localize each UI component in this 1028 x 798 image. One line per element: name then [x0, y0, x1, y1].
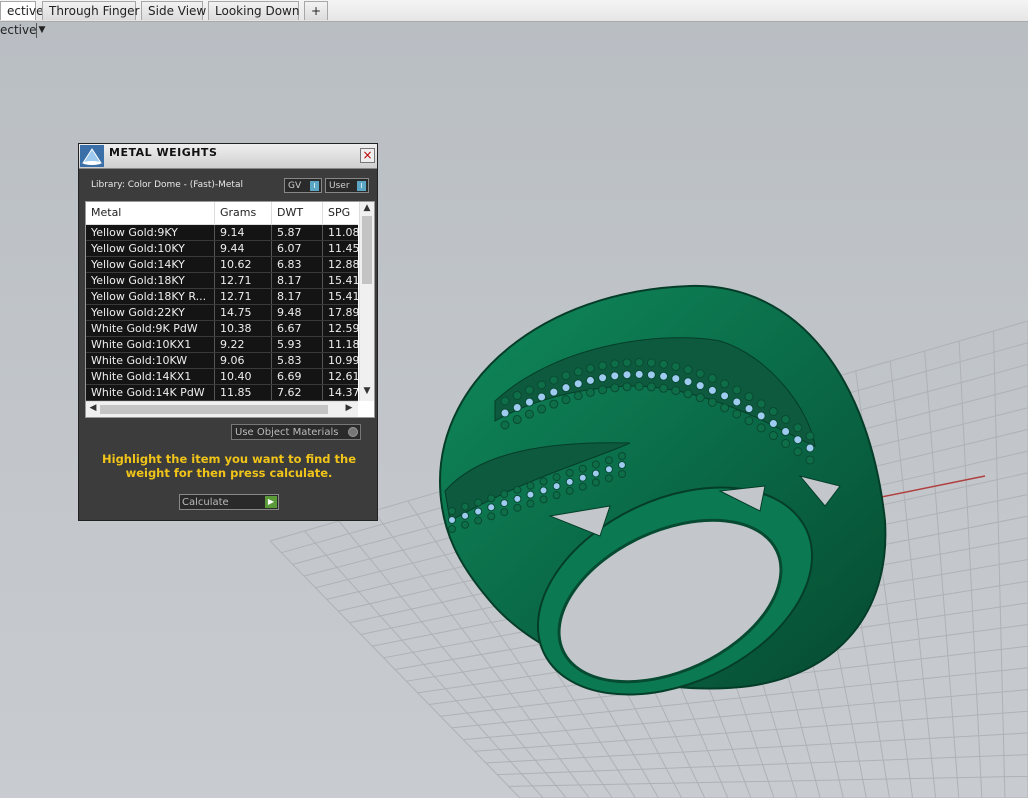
table-row[interactable]: White Gold:14K PdW 11.85 7.62 14.37 — [86, 385, 358, 401]
table-cell: 10.99 — [323, 353, 358, 368]
table-cell: 14.75 — [215, 305, 272, 320]
vertical-scrollbar[interactable]: ▲ ▼ — [359, 202, 374, 401]
table-row[interactable]: White Gold:14KX1 10.40 6.69 12.61 — [86, 369, 358, 385]
table-row[interactable]: Yellow Gold:22KY 14.75 9.48 17.89 — [86, 305, 358, 321]
table-cell: 7.62 — [272, 385, 323, 400]
table-cell: 14.37 — [323, 385, 358, 400]
calculate-button[interactable]: Calculate ▶ — [179, 494, 279, 510]
dome-logo-icon — [80, 145, 104, 167]
table-cell: 15.41 — [323, 289, 358, 304]
scroll-up-icon: ▲ — [363, 203, 371, 213]
table-cell: 11.45 — [323, 241, 358, 256]
table-row[interactable]: White Gold:10KX1 9.22 5.93 11.18 — [86, 337, 358, 353]
user-toggle[interactable]: User I — [325, 178, 369, 193]
dialog-title: METAL WEIGHTS — [109, 146, 218, 159]
scroll-left-icon: ◀ — [89, 403, 97, 413]
table-cell: 12.71 — [215, 289, 272, 304]
tab-side-view[interactable]: Side View — [141, 1, 206, 20]
metal-weights-dialog: METAL WEIGHTS × Library: Color Dome - (F… — [78, 143, 378, 521]
table-cell: White Gold:10KW — [86, 353, 215, 368]
table-cell: 8.17 — [272, 289, 323, 304]
table-cell: 12.71 — [215, 273, 272, 288]
play-icon: ▶ — [265, 496, 277, 508]
table-cell: 15.41 — [323, 273, 358, 288]
viewport-name: ective — [0, 23, 37, 37]
table-cell: 11.18 — [323, 337, 358, 352]
table-cell: Yellow Gold:9KY — [86, 225, 215, 240]
table-cell: Yellow Gold:14KY — [86, 257, 215, 272]
column-header-dwt[interactable]: DWT — [272, 202, 323, 224]
table-cell: 11.08 — [323, 225, 358, 240]
table-cell: 6.69 — [272, 369, 323, 384]
metal-table[interactable]: Metal Grams DWT SPG Yellow Gold:9KY 9.14 5… — [85, 201, 375, 418]
table-cell: Yellow Gold:22KY — [86, 305, 215, 320]
dialog-titlebar[interactable]: METAL WEIGHTS × — [79, 144, 377, 169]
table-cell: Yellow Gold:18KY — [86, 273, 215, 288]
table-cell: White Gold:10KX1 — [86, 337, 215, 352]
close-icon[interactable]: × — [360, 148, 375, 163]
table-cell: 5.93 — [272, 337, 323, 352]
table-cell: 11.85 — [215, 385, 272, 400]
tab-through-finger[interactable]: Through Finger — [42, 1, 140, 20]
table-cell: 10.62 — [215, 257, 272, 272]
scroll-right-icon: ▶ — [345, 403, 353, 413]
radio-icon[interactable] — [348, 427, 358, 437]
table-row[interactable]: Yellow Gold:14KY 10.62 6.83 12.88 — [86, 257, 358, 273]
toggle-icon: I — [357, 181, 366, 191]
scroll-thumb[interactable] — [362, 216, 372, 284]
table-cell: 10.40 — [215, 369, 272, 384]
scroll-thumb[interactable] — [100, 405, 328, 414]
table-cell: 12.61 — [323, 369, 358, 384]
table-cell: 10.38 — [215, 321, 272, 336]
viewport-tab-bar: ective Through Finger Side View Looking … — [0, 0, 1028, 22]
tab-perspective[interactable]: ective — [0, 1, 44, 20]
horizontal-scrollbar[interactable]: ◀ ▶ — [86, 401, 358, 417]
table-cell: 6.83 — [272, 257, 323, 272]
toggle-icon: I — [310, 181, 319, 191]
table-cell: Yellow Gold:18KY R... — [86, 289, 215, 304]
table-row[interactable]: White Gold:9K PdW 10.38 6.67 12.59 — [86, 321, 358, 337]
table-cell: 9.48 — [272, 305, 323, 320]
table-cell: 9.44 — [215, 241, 272, 256]
table-cell: White Gold:14KX1 — [86, 369, 215, 384]
table-cell: 9.22 — [215, 337, 272, 352]
table-cell: White Gold:14K PdW — [86, 385, 215, 400]
use-object-materials-option[interactable]: Use Object Materials — [231, 424, 361, 440]
table-cell: 17.89 — [323, 305, 358, 320]
column-header-grams[interactable]: Grams — [215, 202, 272, 224]
table-row[interactable]: Yellow Gold:18KY R... 12.71 8.17 15.41 — [86, 289, 358, 305]
table-cell: 9.14 — [215, 225, 272, 240]
table-cell: 6.07 — [272, 241, 323, 256]
library-label: Library: Color Dome - (Fast)-Metal — [91, 180, 243, 190]
table-cell: 12.88 — [323, 257, 358, 272]
table-row[interactable]: Yellow Gold:10KY 9.44 6.07 11.45 — [86, 241, 358, 257]
add-tab-button[interactable]: + — [304, 1, 328, 20]
table-cell: 5.87 — [272, 225, 323, 240]
gv-toggle[interactable]: GV I — [284, 178, 322, 193]
table-cell: 5.83 — [272, 353, 323, 368]
table-row[interactable]: White Gold:10KW 9.06 5.83 10.99 — [86, 353, 358, 369]
table-body: Yellow Gold:9KY 9.14 5.87 11.08 Yellow Gold:… — [86, 225, 358, 401]
instruction-text: Highlight the item you want to find the … — [102, 452, 356, 480]
table-cell: Yellow Gold:10KY — [86, 241, 215, 256]
column-header-metal[interactable]: Metal — [86, 202, 215, 224]
table-cell: 6.67 — [272, 321, 323, 336]
ring-model[interactable] — [420, 261, 900, 701]
table-cell: 8.17 — [272, 273, 323, 288]
tab-looking-down[interactable]: Looking Down — [208, 1, 299, 20]
scroll-down-icon: ▼ — [363, 386, 371, 396]
table-header: Metal Grams DWT SPG — [86, 202, 358, 225]
chevron-down-icon[interactable]: ▼ — [36, 23, 47, 38]
table-cell: White Gold:9K PdW — [86, 321, 215, 336]
table-cell: 9.06 — [215, 353, 272, 368]
table-row[interactable]: Yellow Gold:18KY 12.71 8.17 15.41 — [86, 273, 358, 289]
table-row[interactable]: Yellow Gold:9KY 9.14 5.87 11.08 — [86, 225, 358, 241]
table-cell: 12.59 — [323, 321, 358, 336]
column-header-spg[interactable]: SPG — [323, 202, 363, 224]
